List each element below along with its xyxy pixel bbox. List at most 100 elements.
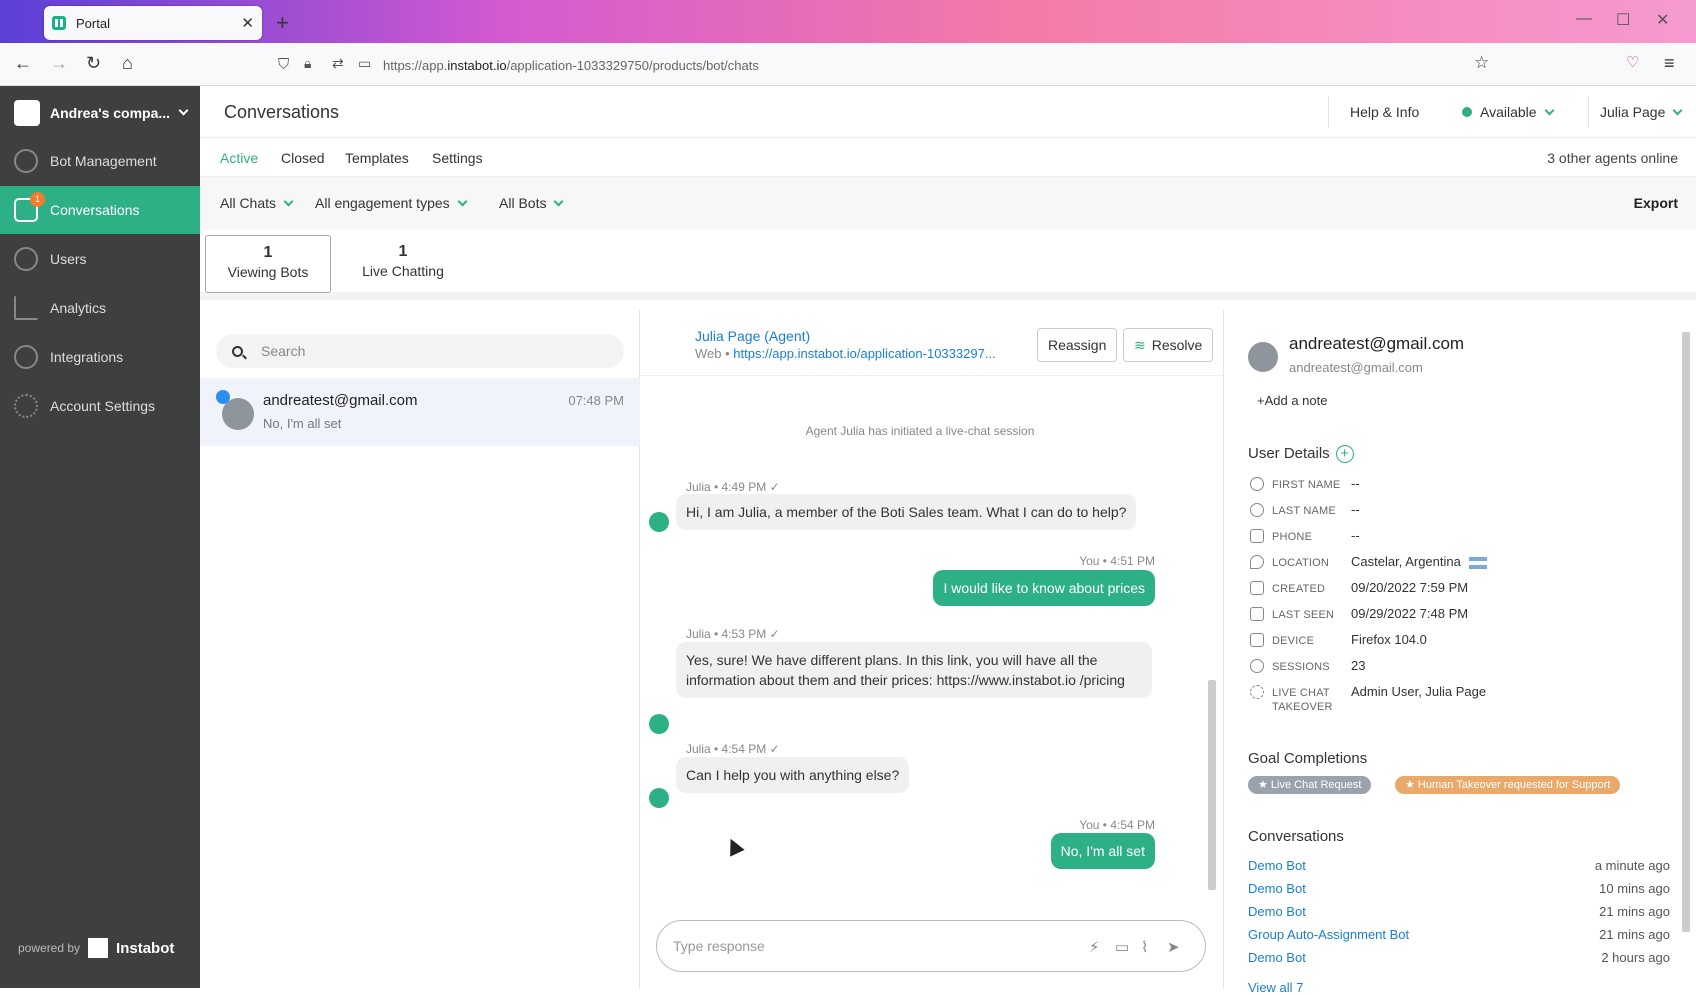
conversation-bot-name[interactable]: Demo Bot [1248,858,1306,873]
message-bubble: Can I help you with anything else? [676,757,910,793]
home-icon[interactable]: ⌂ [122,53,133,74]
conversation-bot-name[interactable]: Demo Bot [1248,950,1306,965]
company-switcher[interactable]: Andrea's compa... [14,96,189,130]
conversation-tabs: Active Closed Templates Settings 3 other… [200,138,1696,176]
send-icon[interactable]: ➤ [1167,938,1180,956]
detail-value: Castelar, Argentina [1351,554,1487,569]
close-tab-icon[interactable]: ✕ [241,14,254,32]
sidebar: Andrea's compa... Bot Management 1 Conve… [0,86,200,988]
scrollbar-thumb[interactable] [1208,680,1216,890]
sidebar-item-label: Bot Management [50,153,157,169]
video-icon[interactable]: ▭ [1115,938,1129,956]
agent-avatar [649,788,669,808]
menu-icon[interactable]: ≡ [1664,53,1675,74]
close-window-icon[interactable]: ✕ [1656,10,1669,30]
conversation-row[interactable]: Demo Bot a minute ago [1248,858,1670,878]
bookmark-star-icon[interactable]: ☆ [1474,53,1489,73]
sidebar-item-conversations[interactable]: 1 Conversations [0,186,200,234]
argentina-flag-icon [1468,556,1487,569]
browser-nav-bar: ← → ↻ ⌂ ⛉ 🔒︎ ⇄ ▭ https://app. instabot.io… [0,43,1696,86]
location-value: Castelar, Argentina [1351,554,1461,569]
detail-key-line1: LIVE CHAT [1272,687,1330,699]
user-menu[interactable]: Julia Page [1600,104,1683,120]
bots-filter-label: All Bots [499,195,547,211]
sidebar-item-account-settings[interactable]: Account Settings [0,382,200,430]
source-link[interactable]: https://app.instabot.io/application-1033… [733,346,995,361]
attachment-icon[interactable]: ⌇ [1141,938,1148,956]
response-input[interactable]: Type response ⚡︎ ▭ ⌇ ➤ [656,920,1206,972]
eye-icon [1250,659,1264,673]
user-email: andreatest@gmail.com [1289,334,1465,353]
url-path: /application-1033329750/products/bot/cha… [506,57,759,73]
export-button[interactable]: Export [1634,195,1678,211]
sidebar-item-analytics[interactable]: Analytics [0,284,200,332]
chats-filter[interactable]: All Chats [220,195,294,211]
add-detail-icon[interactable]: + [1335,445,1354,464]
browser-tab[interactable]: Portal ✕ [44,6,262,40]
company-logo-icon [14,100,40,126]
detail-key: LAST SEEN [1272,609,1335,621]
scrollbar-thumb[interactable] [1682,332,1690,932]
add-note-link[interactable]: +Add a note [1257,393,1327,408]
detail-row: FIRST NAME -- [1248,475,1668,497]
conversation-time: 2 hours ago [1601,950,1670,965]
sidebar-item-users[interactable]: Users [0,235,200,283]
tab-active[interactable]: Active [220,150,258,166]
detail-row: CREATED 09/20/2022 7:59 PM [1248,579,1668,601]
reassign-button[interactable]: Reassign [1037,328,1118,362]
help-info-link[interactable]: Help & Info [1350,104,1419,120]
shield-icon: ⛉ [278,56,290,73]
conversation-bot-name[interactable]: Group Auto-Assignment Bot [1248,927,1409,942]
conversation-bot-name[interactable]: Demo Bot [1248,904,1306,919]
pocket-icon[interactable]: ♡ [1626,53,1639,71]
status-dropdown[interactable]: Available [1462,104,1555,120]
minimize-icon[interactable]: — [1576,10,1592,28]
viewing-bots-tab[interactable]: 1 Viewing Bots [205,235,331,293]
conversations-title: Conversations [1248,828,1344,845]
message-meta: Julia • 4:54 PM ✓ [686,742,780,756]
source-prefix: Web • [695,346,734,361]
status-dot-icon [1462,107,1472,117]
address-bar[interactable]: ⛉ 🔒︎ ⇄ ▭ https://app. instabot.io/applica… [268,49,1428,81]
maximize-icon[interactable]: ☐ [1616,10,1630,30]
engagement-filter-label: All engagement types [315,195,450,211]
agent-name[interactable]: Julia Page (Agent) [695,328,810,344]
sidebar-item-integrations[interactable]: Integrations [0,333,200,381]
new-tab-icon[interactable]: + [276,10,289,36]
resolve-button[interactable]: ≋ Resolve [1123,328,1214,362]
live-chatting-tab[interactable]: 1 Live Chatting [340,235,466,293]
message-bubble: I would like to know about prices [933,570,1155,606]
tab-settings[interactable]: Settings [432,150,483,166]
detail-value: Firefox 104.0 [1351,632,1427,647]
engagement-filter[interactable]: All engagement types [315,195,468,211]
lightning-icon[interactable]: ⚡︎ [1089,938,1100,956]
details-scrollbar[interactable] [1680,310,1692,988]
tab-closed[interactable]: Closed [281,150,325,166]
conversation-bot-name[interactable]: Demo Bot [1248,881,1306,896]
brand-name: Instabot [116,939,175,957]
conversation-row[interactable]: Demo Bot 21 mins ago [1248,904,1670,924]
user-details-heading: User Details + [1248,445,1354,464]
powered-by-label: powered by [18,941,81,955]
user-icon [1250,477,1264,491]
chat-scrollbar[interactable] [1206,380,1218,900]
search-input[interactable]: Search [216,334,624,368]
sidebar-item-bot-management[interactable]: Bot Management [0,137,200,185]
bots-filter[interactable]: All Bots [499,195,564,211]
conversation-row[interactable]: Group Auto-Assignment Bot 21 mins ago [1248,927,1670,947]
message-meta: You • 4:51 PM [1079,554,1155,568]
online-dot-icon [216,390,230,404]
user-email-secondary: andreatest@gmail.com [1289,360,1423,375]
chevron-down-icon [554,196,564,207]
tab-templates[interactable]: Templates [345,150,409,166]
reload-icon[interactable]: ↻ [86,53,101,74]
conversation-row[interactable]: Demo Bot 2 hours ago [1248,950,1670,970]
live-chatting-label: Live Chatting [362,263,444,279]
conversation-row[interactable]: Demo Bot 10 mins ago [1248,881,1670,901]
agent-avatar [649,714,669,734]
message-list: Agent Julia has initiated a live-chat se… [640,376,1200,906]
forward-icon[interactable]: → [50,53,68,74]
list-item[interactable]: andreatest@gmail.com 07:48 PM No, I'm al… [200,378,640,446]
back-icon[interactable]: ← [14,53,32,74]
message-meta: You • 4:54 PM [1079,818,1155,832]
